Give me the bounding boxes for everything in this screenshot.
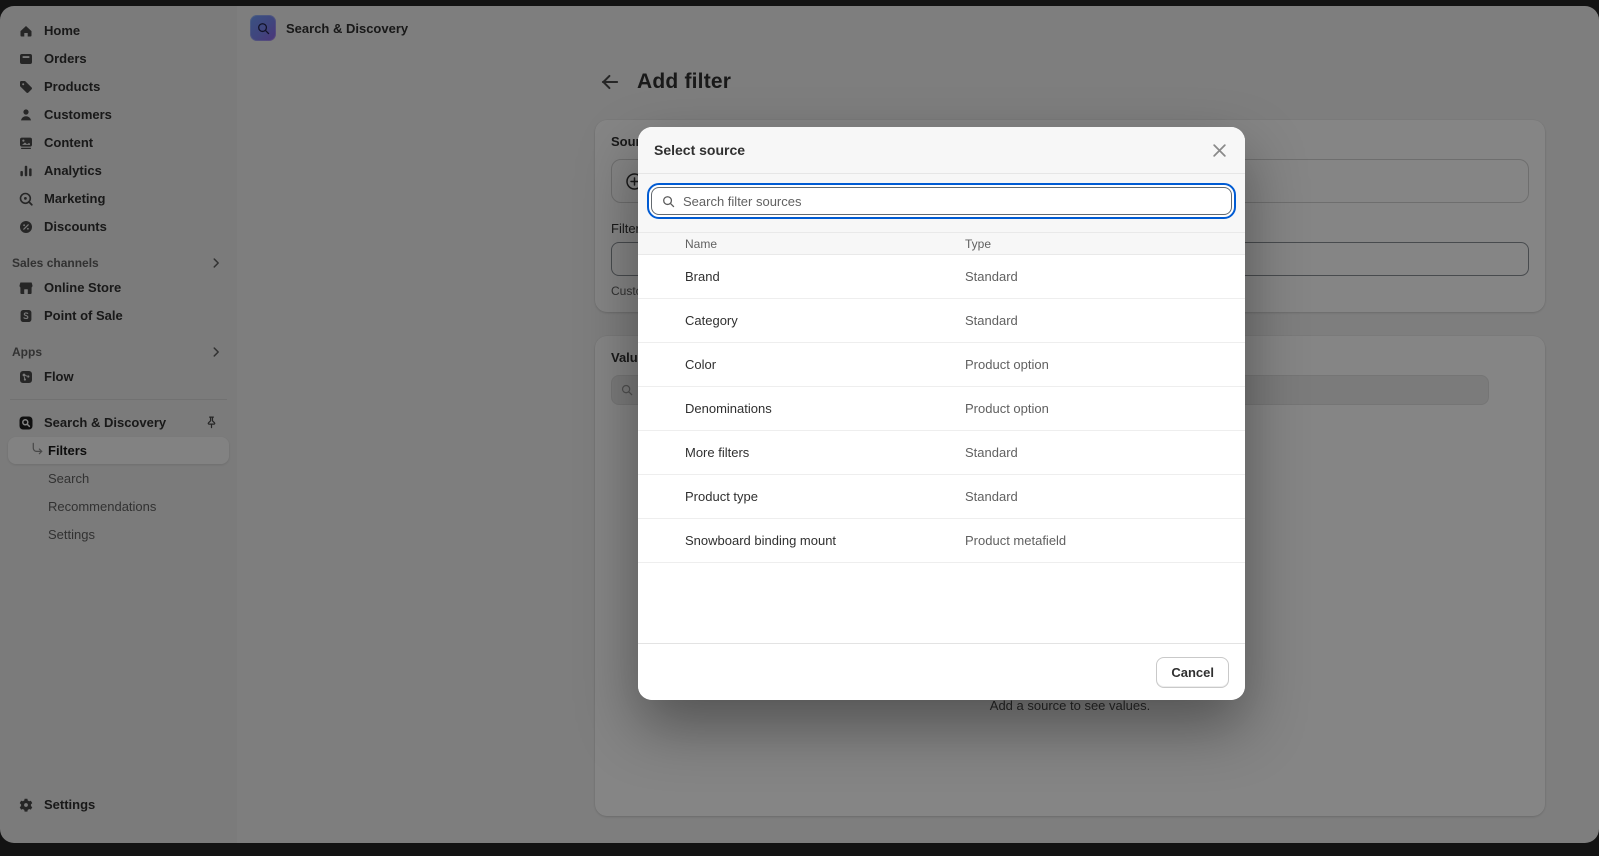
close-icon[interactable] [1210, 141, 1229, 160]
source-type: Standard [965, 489, 1245, 504]
source-row-denominations[interactable]: DenominationsProduct option [638, 387, 1245, 431]
source-name: Color [685, 357, 965, 372]
search-focus-ring [647, 183, 1236, 219]
search-field [651, 187, 1232, 215]
source-type: Standard [965, 313, 1245, 328]
modal-title: Select source [654, 142, 745, 158]
modal-header: Select source [638, 127, 1245, 174]
column-header-type: Type [965, 237, 1245, 251]
source-name: Brand [685, 269, 965, 284]
source-row-product-type[interactable]: Product typeStandard [638, 475, 1245, 519]
source-name: Product type [685, 489, 965, 504]
source-name: Denominations [685, 401, 965, 416]
source-type: Standard [965, 445, 1245, 460]
table-header: Name Type [638, 232, 1245, 255]
search-icon [661, 194, 676, 209]
source-row-brand[interactable]: BrandStandard [638, 255, 1245, 299]
source-name: More filters [685, 445, 965, 460]
filter-sources-search-input[interactable] [683, 194, 1222, 209]
source-type: Product metafield [965, 533, 1245, 548]
select-source-modal: Select source Name Type BrandStandardCat… [638, 127, 1245, 700]
source-name: Snowboard binding mount [685, 533, 965, 548]
source-type: Standard [965, 269, 1245, 284]
modal-search-zone [638, 174, 1245, 232]
source-row-color[interactable]: ColorProduct option [638, 343, 1245, 387]
table-body: BrandStandardCategoryStandardColorProduc… [638, 255, 1245, 643]
source-type: Product option [965, 357, 1245, 372]
source-row-category[interactable]: CategoryStandard [638, 299, 1245, 343]
source-row-more-filters[interactable]: More filtersStandard [638, 431, 1245, 475]
modal-footer: Cancel [638, 643, 1245, 700]
column-header-name: Name [685, 237, 965, 251]
cancel-button[interactable]: Cancel [1156, 657, 1229, 688]
source-type: Product option [965, 401, 1245, 416]
source-name: Category [685, 313, 965, 328]
source-row-snowboard-binding-mount[interactable]: Snowboard binding mountProduct metafield [638, 519, 1245, 563]
